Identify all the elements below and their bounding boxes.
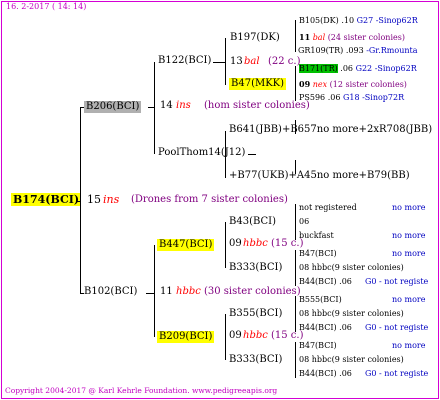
- lower-row-left[interactable]: 08 hbbc(9 sister colonies): [299, 310, 404, 318]
- lower-row-left[interactable]: B47(BCI): [299, 250, 337, 258]
- lower-row-right: no more: [392, 203, 426, 212]
- lower-row-left[interactable]: 08 hbbc(9 sister colonies): [299, 264, 404, 272]
- connector: [295, 20, 296, 52]
- root-ins: ins: [103, 193, 120, 206]
- lower-row-right: no more: [392, 295, 426, 304]
- upper-g4[interactable]: +B77(UKB)+A45no more+B79(BB): [229, 171, 410, 181]
- connector: [213, 62, 226, 63]
- connector: [295, 250, 296, 286]
- upper-ins: ins: [176, 100, 191, 111]
- lower-row-right: no more: [392, 231, 426, 240]
- connector: [225, 314, 226, 360]
- lower-gp1-note: (15 c.): [271, 238, 304, 249]
- lower-row-left[interactable]: B47(BCI): [299, 342, 337, 350]
- lower-g4[interactable]: B333(BCI): [229, 355, 282, 365]
- upper-gp1-ins: bal: [244, 56, 260, 67]
- lower-gp1-ins: hbbc: [243, 238, 268, 249]
- lower-row-right: G0 - not registe: [365, 323, 429, 332]
- upper-r6[interactable]: PS596 .06 G18 -Sinop72R: [299, 94, 404, 102]
- connector: [295, 120, 296, 134]
- connector: [225, 222, 226, 268]
- upper-gp2[interactable]: PoolThom14(J12): [158, 148, 245, 158]
- lower-gp2-ins: hbbc: [243, 330, 268, 341]
- lower-note: (30 sister colonies): [204, 286, 301, 297]
- date-stamp: 16. 2-2017 ( 14: 14): [6, 2, 87, 11]
- upper-r3[interactable]: GR109(TR) .093 -Gr.Rmounta: [298, 47, 418, 55]
- lower-g2[interactable]: B333(BCI): [229, 263, 282, 273]
- connector: [148, 107, 155, 108]
- lower-gp2-note: (15 c.): [271, 330, 304, 341]
- connector: [295, 204, 296, 240]
- lower-row-left[interactable]: B555(BCI): [299, 296, 342, 304]
- upper-g1[interactable]: B197(DK): [230, 33, 280, 43]
- upper-parent[interactable]: B206(BCI): [84, 101, 142, 113]
- lower-row-left[interactable]: 08 hbbc(9 sister colonies): [299, 356, 404, 364]
- upper-r4[interactable]: B171(TR) .06 G22 -Sinop62R: [299, 64, 417, 73]
- lower-row-left[interactable]: B44(BCI) .06: [299, 278, 352, 286]
- upper-r5: 09 nex (12 sister colonies): [299, 79, 407, 89]
- connector: [295, 296, 296, 332]
- lower-g1[interactable]: B43(BCI): [229, 217, 276, 227]
- lower-ins: hbbc: [176, 286, 201, 297]
- connector: [225, 131, 226, 178]
- lower-gp1-year: 09: [229, 238, 242, 249]
- lower-row-left[interactable]: buckfast: [299, 232, 334, 240]
- root-queen[interactable]: B174(BCI): [11, 193, 82, 206]
- connector: [154, 245, 155, 337]
- lower-gp2[interactable]: B209(BCI): [157, 331, 215, 343]
- connector: [248, 154, 256, 155]
- lower-parent[interactable]: B102(BCI): [84, 287, 137, 297]
- upper-gp1[interactable]: B122(BCI): [158, 56, 211, 66]
- connector: [80, 107, 81, 293]
- lower-row-left[interactable]: B44(BCI) .06: [299, 324, 352, 332]
- lower-row-left[interactable]: not registered: [299, 204, 357, 212]
- lower-gp1[interactable]: B447(BCI): [157, 239, 215, 251]
- connector: [295, 66, 296, 101]
- lower-year: 11: [160, 286, 173, 297]
- root-note: (Drones from 7 sister colonies): [131, 194, 288, 205]
- upper-note: (hom sister colonies): [204, 100, 310, 111]
- lower-gp2-year: 09: [229, 330, 242, 341]
- upper-g3[interactable]: B641(JBB)+B657no more+2xR708(JBB): [229, 125, 432, 135]
- lower-row-right: no more: [392, 249, 426, 258]
- lower-row-right: G0 - not registe: [365, 277, 429, 286]
- footer-copyright: Copyright 2004-2017 @ Karl Kehrle Founda…: [5, 386, 278, 395]
- connector: [154, 62, 155, 154]
- root-year: 15: [87, 193, 101, 206]
- lower-row-right: no more: [392, 341, 426, 350]
- upper-gp1-year: 13: [230, 56, 243, 67]
- upper-r1[interactable]: B105(DK) .10 G27 -Sinop62R: [299, 17, 418, 25]
- lower-row-left[interactable]: B44(BCI) .06: [299, 370, 352, 378]
- connector: [146, 293, 155, 294]
- lower-row-right: G0 - not registe: [365, 369, 429, 378]
- upper-r2: 11 bal (24 sister colonies): [299, 32, 405, 42]
- upper-year: 14: [160, 100, 173, 111]
- connector: [76, 201, 81, 202]
- upper-g2[interactable]: B47(MKK): [229, 78, 287, 90]
- lower-g3[interactable]: B355(BCI): [229, 309, 282, 319]
- lower-row-left[interactable]: 06: [299, 218, 309, 226]
- connector: [295, 160, 296, 174]
- connector: [295, 342, 296, 378]
